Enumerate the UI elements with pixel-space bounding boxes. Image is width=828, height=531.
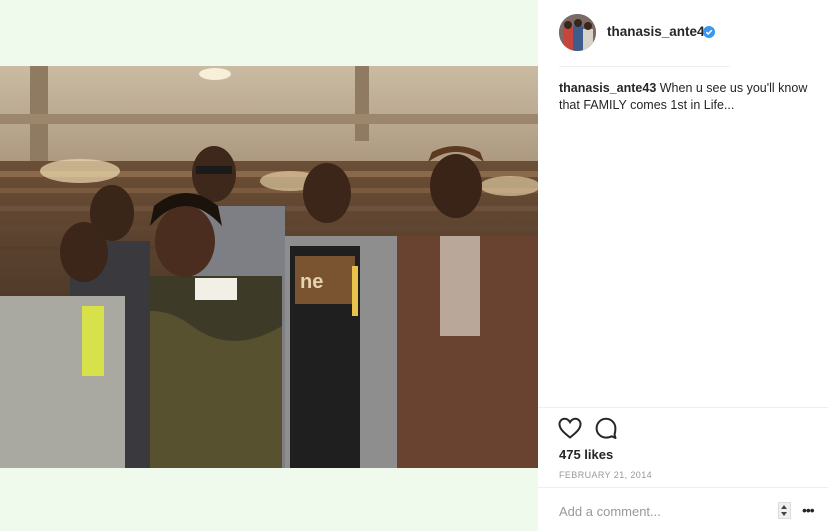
post-caption: thanasis_ante43 When u see us you'll kno… — [559, 80, 814, 114]
comment-input[interactable] — [559, 502, 759, 520]
post-photo[interactable]: ne — [0, 66, 538, 468]
actions-divider — [538, 407, 828, 408]
comment-stepper[interactable] — [778, 502, 791, 519]
stepper-down-icon[interactable] — [781, 512, 787, 516]
post-date: FEBRUARY 21, 2014 — [559, 470, 653, 480]
avatar-image — [559, 14, 596, 51]
header-divider — [559, 66, 730, 67]
comment-bubble-icon[interactable] — [595, 417, 617, 439]
heart-icon[interactable] — [558, 417, 582, 439]
svg-text:ne: ne — [300, 271, 323, 293]
post-header: thanasis_ante43 — [538, 0, 828, 66]
family-photo-image: ne — [0, 66, 538, 468]
more-options-icon[interactable]: ••• — [802, 503, 818, 517]
post-details-panel: thanasis_ante43 thanasis_ante43 When u s… — [538, 0, 828, 531]
stepper-up-icon[interactable] — [781, 505, 787, 509]
avatar[interactable] — [559, 14, 596, 51]
caption-username[interactable]: thanasis_ante43 — [559, 81, 656, 95]
likes-count[interactable]: 475 likes — [559, 447, 613, 462]
verified-badge-icon — [703, 26, 715, 38]
comment-divider — [538, 487, 828, 488]
post-username[interactable]: thanasis_ante43 — [607, 24, 712, 39]
